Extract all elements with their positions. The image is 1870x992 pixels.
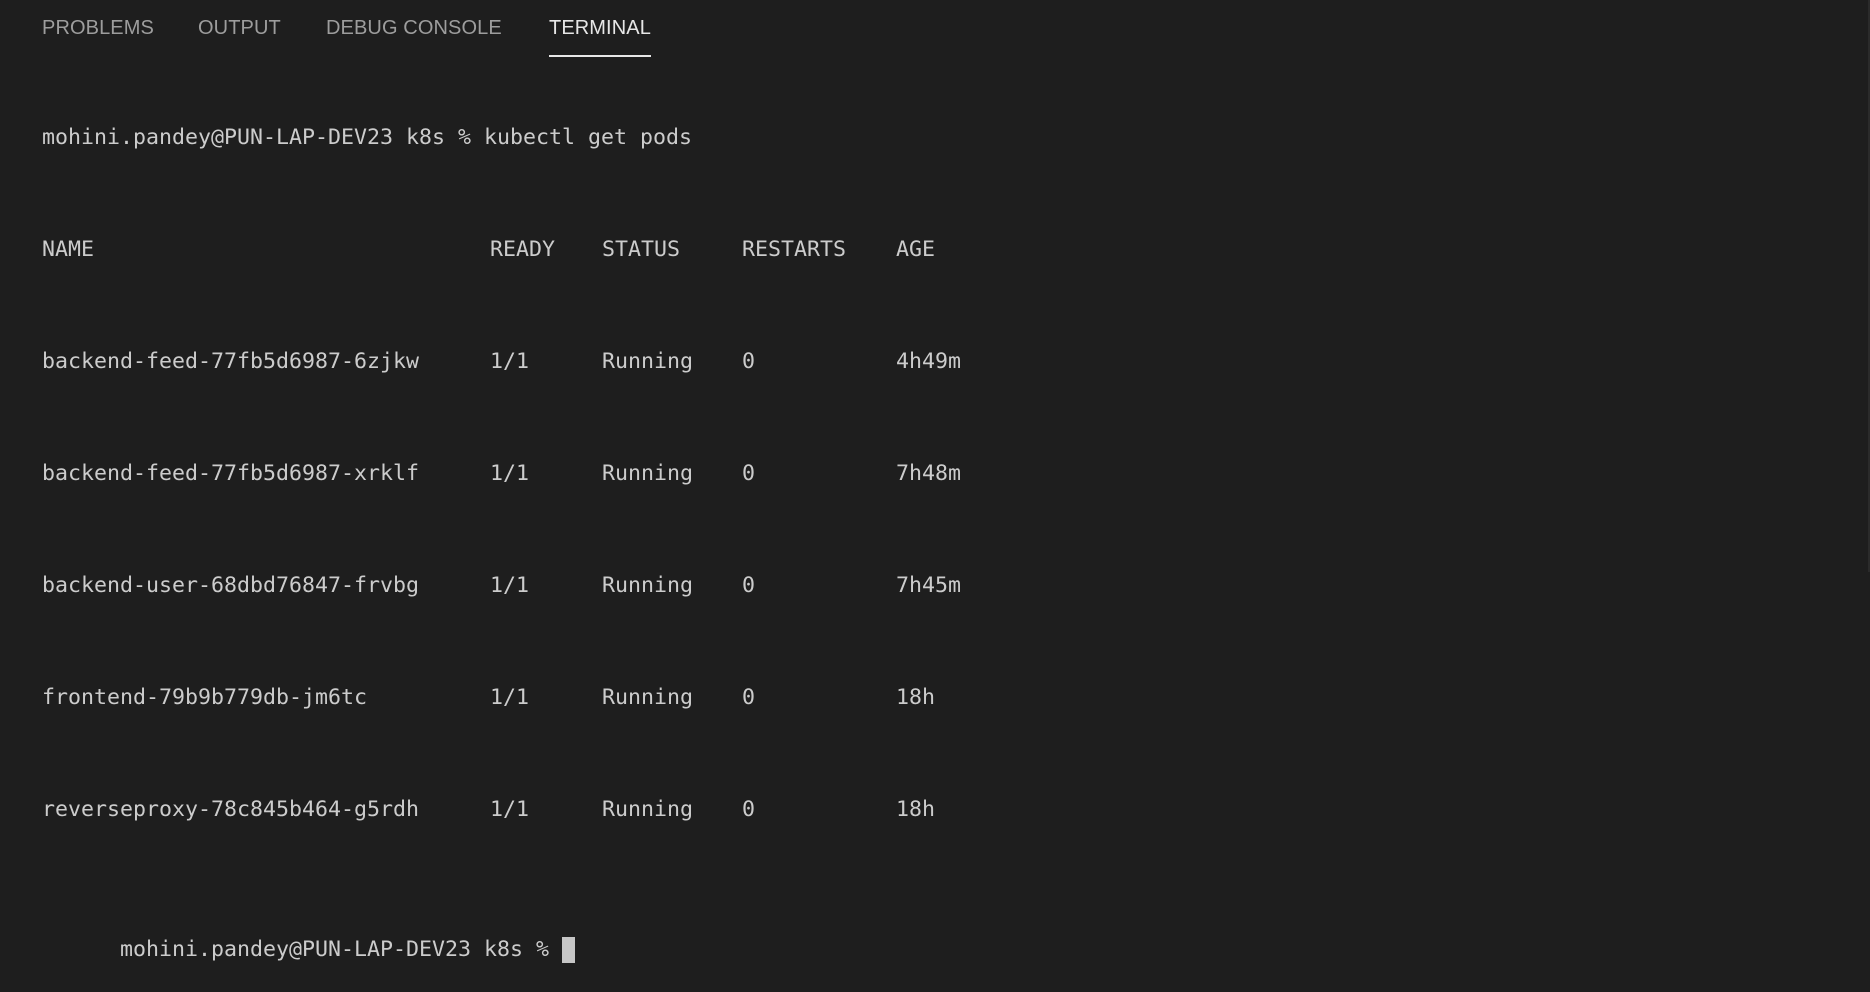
pod-ready: 1/1 — [490, 797, 530, 822]
pod-restarts: 0 — [742, 685, 756, 710]
tab-problems[interactable]: PROBLEMS — [42, 17, 154, 57]
pod-status: Running — [602, 797, 694, 822]
pod-restarts: 0 — [742, 349, 756, 374]
pod-age: 4h49m — [896, 349, 962, 374]
terminal-output[interactable]: mohini.pandey@PUN-LAP-DEV23 k8s % kubect… — [42, 68, 1868, 963]
header-status: STATUS — [602, 237, 681, 262]
pod-name: reverseproxy-78c845b464-g5rdh — [42, 797, 420, 822]
pod-status: Running — [602, 461, 694, 486]
pod-restarts: 0 — [742, 461, 756, 486]
pod-row: reverseproxy-78c845b464-g5rdh 1/1 Runnin… — [42, 796, 1868, 824]
pod-restarts: 0 — [742, 797, 756, 822]
pod-name: frontend-79b9b779db-jm6tc — [42, 685, 368, 710]
panel-tab-bar: PROBLEMS OUTPUT DEBUG CONSOLE TERMINAL — [0, 0, 1868, 58]
tab-terminal[interactable]: TERMINAL — [549, 17, 651, 57]
pod-age: 7h45m — [896, 573, 962, 598]
pod-ready: 1/1 — [490, 573, 530, 598]
tab-output[interactable]: OUTPUT — [198, 17, 281, 57]
pod-ready: 1/1 — [490, 349, 530, 374]
tab-debug-console[interactable]: DEBUG CONSOLE — [326, 17, 502, 57]
terminal-cursor — [562, 937, 576, 963]
header-age: AGE — [896, 237, 936, 262]
pod-name: backend-feed-77fb5d6987-6zjkw — [42, 349, 420, 374]
header-name: NAME — [42, 237, 95, 262]
pod-row: backend-feed-77fb5d6987-xrklf 1/1 Runnin… — [42, 460, 1868, 488]
pod-age: 18h — [896, 685, 936, 710]
header-restarts: RESTARTS — [742, 237, 847, 262]
pod-ready: 1/1 — [490, 461, 530, 486]
pod-age: 7h48m — [896, 461, 962, 486]
pod-status: Running — [602, 573, 694, 598]
terminal-prompt-line[interactable]: mohini.pandey@PUN-LAP-DEV23 k8s % — [42, 908, 1868, 963]
pod-status: Running — [602, 349, 694, 374]
pod-ready: 1/1 — [490, 685, 530, 710]
pod-row: backend-user-68dbd76847-frvbg 1/1 Runnin… — [42, 572, 1868, 600]
pod-name: backend-user-68dbd76847-frvbg — [42, 573, 420, 598]
pods-table-header: NAME READY STATUS RESTARTS AGE — [42, 236, 1868, 264]
pod-status: Running — [602, 685, 694, 710]
pod-row: backend-feed-77fb5d6987-6zjkw 1/1 Runnin… — [42, 348, 1868, 376]
pod-age: 18h — [896, 797, 936, 822]
terminal-prompt: mohini.pandey@PUN-LAP-DEV23 k8s % — [120, 937, 563, 962]
header-ready: READY — [490, 237, 556, 262]
pod-restarts: 0 — [742, 573, 756, 598]
pod-name: backend-feed-77fb5d6987-xrklf — [42, 461, 420, 486]
terminal-panel: PROBLEMS OUTPUT DEBUG CONSOLE TERMINAL m… — [0, 0, 1870, 963]
terminal-command-line: mohini.pandey@PUN-LAP-DEV23 k8s % kubect… — [42, 125, 693, 150]
pod-row: frontend-79b9b779db-jm6tc 1/1 Running 0 … — [42, 684, 1868, 712]
